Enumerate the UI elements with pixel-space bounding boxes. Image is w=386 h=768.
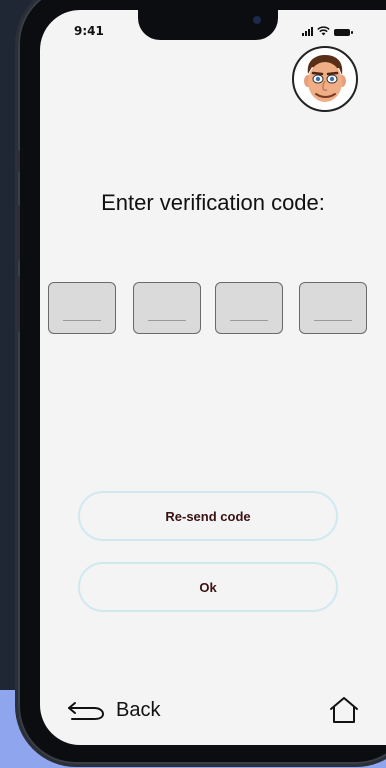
- phone-volume-up: [15, 205, 20, 261]
- back-label: Back: [116, 698, 161, 721]
- page-title: Enter verification code:: [101, 190, 325, 215]
- code-digit-1[interactable]: [48, 282, 116, 334]
- code-digit-3[interactable]: [215, 282, 283, 334]
- phone-volume-down: [15, 276, 20, 332]
- camera-icon: [253, 16, 261, 24]
- wifi-icon: [317, 26, 330, 36]
- phone-screen: 9:41 Enter verification code: Re-send co…: [40, 10, 386, 745]
- notch: [138, 10, 278, 40]
- avatar[interactable]: [292, 46, 358, 112]
- signal-icon: [302, 26, 313, 36]
- cartoon-man-avatar-icon: [304, 55, 346, 102]
- resend-code-button[interactable]: Re-send code: [78, 491, 338, 541]
- ok-button[interactable]: Ok: [78, 562, 338, 612]
- code-digit-2[interactable]: [133, 282, 201, 334]
- phone-mute-switch: [15, 150, 20, 172]
- backdrop: 9:41 Enter verification code: Re-send co…: [0, 0, 386, 768]
- code-digit-4[interactable]: [299, 282, 367, 334]
- status-icons: [302, 24, 353, 36]
- status-time: 9:41: [74, 24, 104, 38]
- battery-icon: [334, 29, 353, 36]
- back-button[interactable]: Back: [66, 698, 160, 722]
- back-arrow-icon: [68, 702, 105, 720]
- home-icon[interactable]: [328, 694, 360, 726]
